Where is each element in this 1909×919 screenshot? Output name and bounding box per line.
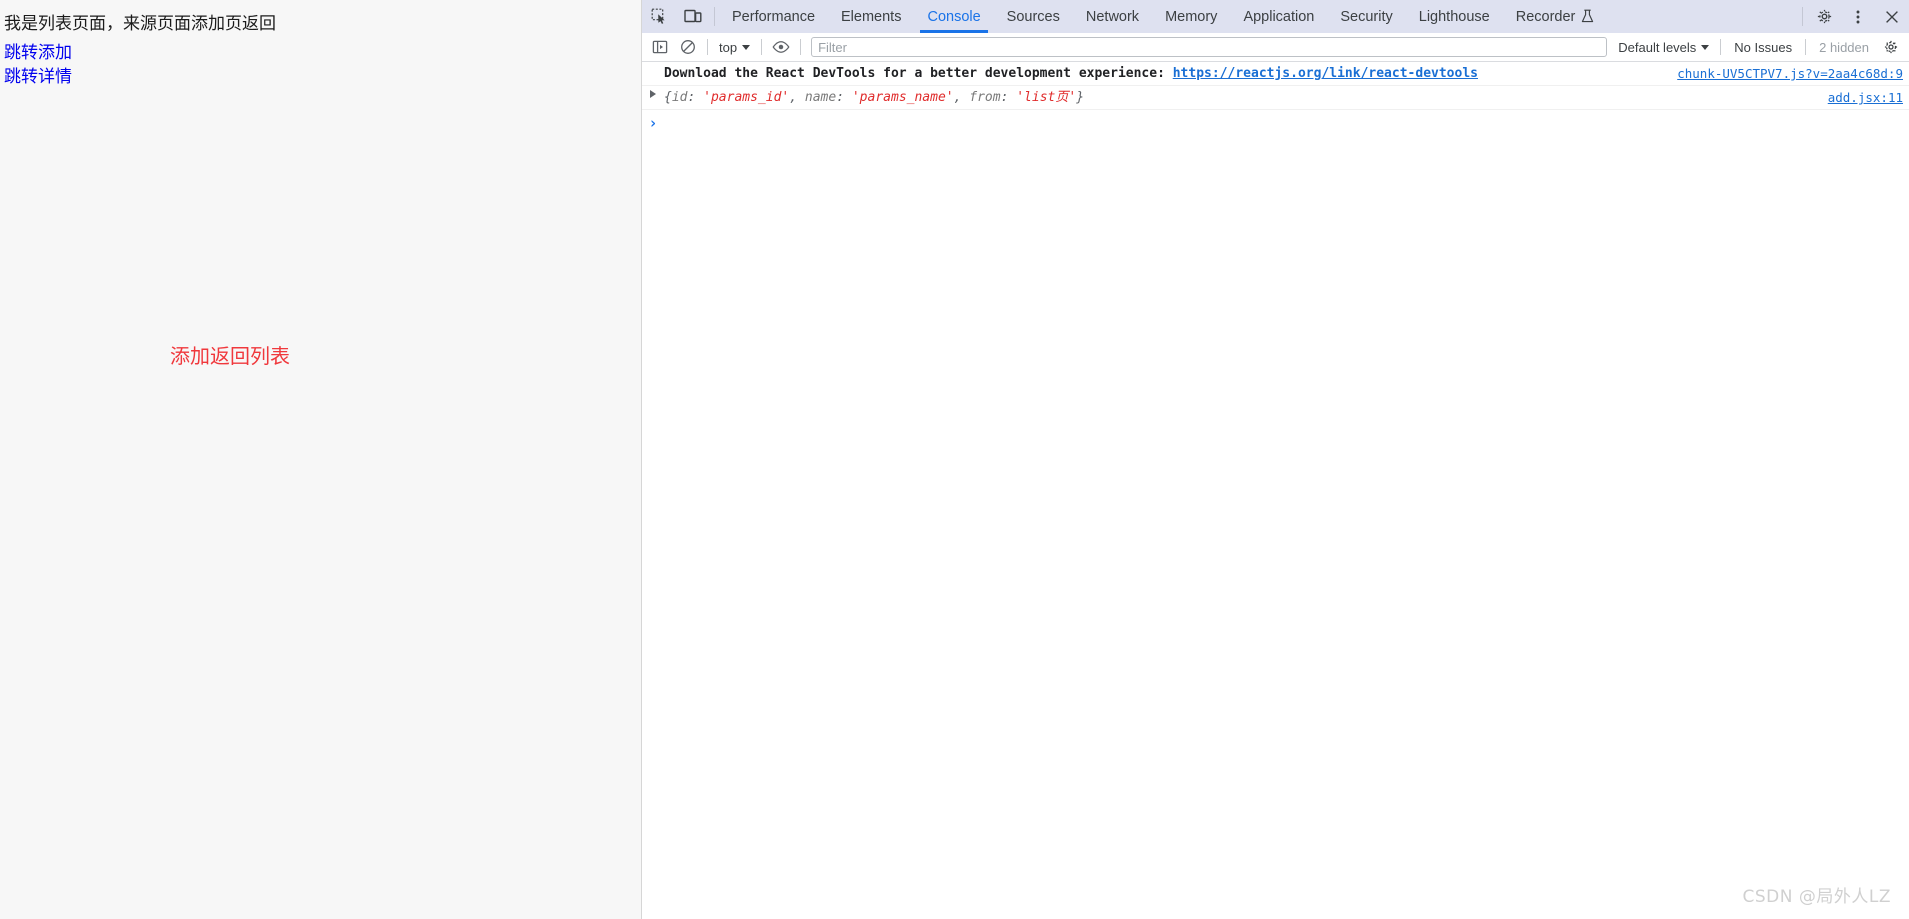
- devtools-tabbar: Performance Elements Console Sources Net…: [642, 0, 1909, 33]
- message-source-link-2[interactable]: add.jsx:11: [1814, 89, 1903, 106]
- log-levels-label: Default levels: [1618, 39, 1697, 55]
- tab-sources-label: Sources: [1006, 8, 1060, 25]
- browser-page-viewport: 我是列表页面，来源页面添加页返回 跳转添加 跳转详情 添加返回列表: [0, 0, 642, 919]
- object-colon-1: :: [687, 90, 704, 105]
- page-heading: 我是列表页面，来源页面添加页返回: [4, 14, 276, 34]
- message-gutter-expand[interactable]: [642, 89, 664, 98]
- object-key-from: from: [969, 90, 1001, 105]
- tab-console-label: Console: [927, 8, 981, 25]
- tab-memory-label: Memory: [1165, 8, 1218, 25]
- tab-recorder-label: Recorder: [1515, 8, 1576, 25]
- object-value-id: 'params_id': [703, 90, 790, 105]
- chevron-down-icon: [742, 44, 751, 50]
- toolbar-divider-2: [761, 39, 763, 55]
- flask-icon: [1581, 9, 1594, 24]
- toolbar-divider-5: [1805, 39, 1807, 55]
- tabbar-divider: [714, 7, 715, 26]
- object-comma-2: ,: [953, 90, 970, 105]
- tab-security[interactable]: Security: [1327, 0, 1405, 33]
- more-options-icon[interactable]: [1841, 0, 1875, 33]
- object-key-id: id: [671, 90, 688, 105]
- prompt-chevron-icon: ›: [648, 114, 658, 132]
- object-value-from: 'list页': [1016, 90, 1077, 105]
- tab-memory[interactable]: Memory: [1152, 0, 1230, 33]
- toolbar-divider-3: [800, 39, 802, 55]
- device-toolbar-icon[interactable]: [676, 0, 710, 33]
- gear-icon[interactable]: [1807, 0, 1841, 33]
- console-message-react-devtools: Download the React DevTools for a better…: [642, 62, 1909, 86]
- tab-network[interactable]: Network: [1073, 0, 1152, 33]
- message-source-link[interactable]: chunk-UV5CTPV7.js?v=2aa4c68d:9: [1663, 65, 1903, 82]
- message-text: Download the React DevTools for a better…: [664, 65, 1663, 82]
- tabbar-divider-right: [1802, 7, 1803, 26]
- console-prompt-input[interactable]: [664, 114, 1909, 132]
- tab-elements-label: Elements: [841, 8, 902, 25]
- toolbar-divider-1: [707, 39, 708, 55]
- tab-application[interactable]: Application: [1230, 0, 1327, 33]
- console-toolbar: top Default levels No Issues 2 hidden: [642, 33, 1909, 62]
- jump-detail-link[interactable]: 跳转详情: [4, 62, 72, 87]
- close-icon[interactable]: [1875, 0, 1909, 33]
- execution-context-label: top: [719, 39, 738, 55]
- tabbar-spacer: [1607, 0, 1798, 33]
- issues-status[interactable]: No Issues: [1726, 40, 1800, 55]
- hidden-messages-count: 2 hidden: [1819, 39, 1869, 55]
- console-settings-gear-icon[interactable]: [1877, 35, 1905, 59]
- add-return-list-notice: 添加返回列表: [170, 344, 290, 368]
- object-open-brace: {: [664, 90, 672, 105]
- console-sidebar-icon[interactable]: [646, 35, 674, 59]
- chevron-down-icon-levels: [1701, 44, 1710, 50]
- toolbar-divider-4: [1720, 39, 1722, 55]
- object-colon-3: :: [1000, 90, 1017, 105]
- tab-performance[interactable]: Performance: [719, 0, 828, 33]
- clear-console-icon[interactable]: [674, 35, 702, 59]
- inspect-element-icon[interactable]: [642, 0, 676, 33]
- live-expression-eye-icon[interactable]: [767, 35, 795, 59]
- tab-console[interactable]: Console: [914, 0, 993, 33]
- console-message-list: Download the React DevTools for a better…: [642, 62, 1909, 919]
- tab-sources[interactable]: Sources: [994, 0, 1073, 33]
- object-comma-1: ,: [789, 90, 805, 105]
- tab-elements[interactable]: Elements: [828, 0, 914, 33]
- tab-security-label: Security: [1340, 8, 1393, 25]
- object-close-brace: }: [1076, 90, 1085, 105]
- devtools-panel: Performance Elements Console Sources Net…: [642, 0, 1909, 919]
- csdn-watermark: CSDN @局外人LZ: [1742, 887, 1891, 907]
- tab-performance-label: Performance: [732, 8, 816, 25]
- tab-network-label: Network: [1085, 8, 1140, 25]
- console-message-object: {id: 'params_id', name: 'params_name', f…: [642, 86, 1909, 110]
- log-levels-selector[interactable]: Default levels: [1612, 40, 1715, 55]
- filter-input[interactable]: [811, 37, 1608, 57]
- tab-lighthouse-label: Lighthouse: [1418, 8, 1490, 25]
- expand-triangle-icon[interactable]: [650, 90, 656, 98]
- console-prompt-row[interactable]: ›: [642, 110, 1909, 136]
- object-value-name: 'params_name': [851, 90, 954, 105]
- tab-application-label: Application: [1243, 8, 1315, 25]
- react-devtools-text: Download the React DevTools for a better…: [664, 66, 1173, 81]
- tab-recorder[interactable]: Recorder: [1503, 0, 1608, 33]
- message-object-preview[interactable]: {id: 'params_id', name: 'params_name', f…: [664, 89, 1814, 106]
- message-gutter: [642, 65, 664, 66]
- object-colon-2: :: [836, 90, 852, 105]
- jump-add-link[interactable]: 跳转添加: [4, 38, 72, 63]
- react-devtools-link[interactable]: https://reactjs.org/link/react-devtools: [1173, 66, 1478, 81]
- tab-lighthouse[interactable]: Lighthouse: [1406, 0, 1503, 33]
- object-key-name: name: [804, 90, 837, 105]
- execution-context-selector[interactable]: top: [713, 40, 756, 55]
